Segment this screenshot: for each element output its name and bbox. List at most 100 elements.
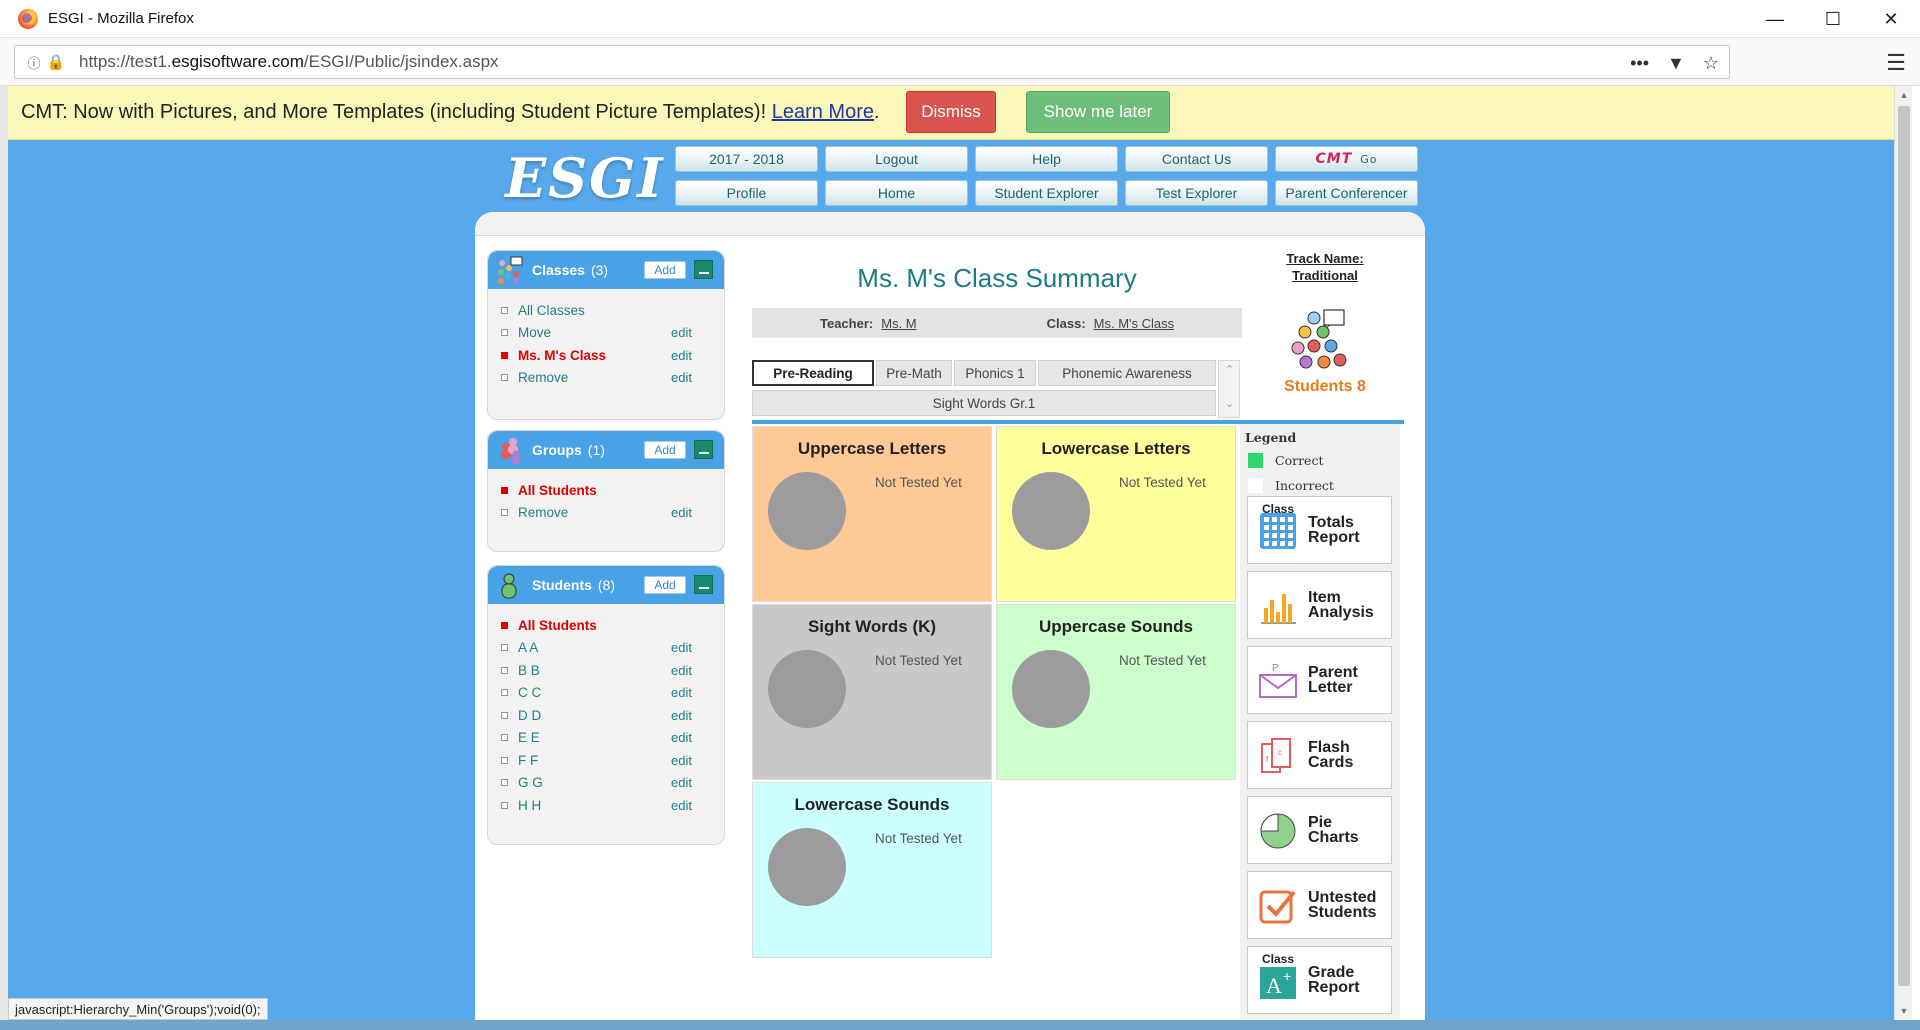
students-count-label[interactable]: Students 8 bbox=[1260, 378, 1390, 396]
student-item[interactable]: D D edit bbox=[488, 704, 724, 727]
student-item-label[interactable]: A A bbox=[518, 640, 538, 655]
report-button-totals[interactable]: Class Totals Report bbox=[1247, 496, 1392, 564]
student-item-label[interactable]: E E bbox=[518, 730, 540, 745]
maximize-button[interactable]: ☐ bbox=[1804, 0, 1862, 38]
class-item[interactable]: Remove edit bbox=[488, 367, 724, 390]
class-students-icon[interactable] bbox=[1288, 308, 1354, 374]
tab-pre-math[interactable]: Pre-Math bbox=[876, 360, 952, 386]
class-item-label[interactable]: Move bbox=[518, 325, 551, 340]
info-icon[interactable]: ⓘ bbox=[25, 53, 43, 71]
tab-scroller[interactable]: ⌃ ⌄ bbox=[1218, 360, 1240, 418]
student-item-label[interactable]: All Students bbox=[518, 618, 597, 633]
student-item-label[interactable]: B B bbox=[518, 663, 540, 678]
minimize-students-icon[interactable] bbox=[694, 575, 713, 594]
report-button-flash[interactable]: f c Flash Cards bbox=[1247, 721, 1392, 789]
student-explorer-button[interactable]: Student Explorer bbox=[975, 180, 1118, 206]
dismiss-button[interactable]: Dismiss bbox=[906, 91, 996, 133]
student-edit-link[interactable]: edit bbox=[671, 798, 692, 813]
teacher-link[interactable]: Ms. M bbox=[881, 316, 916, 331]
report-button-grade[interactable]: Class A + Grade Report bbox=[1247, 946, 1392, 1014]
minimize-groups-icon[interactable] bbox=[694, 440, 713, 459]
subject-pie-chart[interactable] bbox=[1012, 472, 1090, 550]
student-item[interactable]: B B edit bbox=[488, 659, 724, 682]
report-button-untested[interactable]: Untested Students bbox=[1247, 871, 1392, 939]
student-edit-link[interactable]: edit bbox=[671, 663, 692, 678]
report-button-parent[interactable]: P Parent Letter bbox=[1247, 646, 1392, 714]
class-edit-link[interactable]: edit bbox=[671, 370, 692, 385]
student-edit-link[interactable]: edit bbox=[671, 685, 692, 700]
tab-pre-reading[interactable]: Pre-Reading bbox=[752, 360, 874, 386]
group-item[interactable]: All Students bbox=[488, 479, 724, 502]
subject-tile[interactable]: Uppercase Sounds Not Tested Yet bbox=[996, 604, 1236, 780]
hamburger-menu-icon[interactable]: ☰ bbox=[1886, 50, 1906, 76]
logout-button[interactable]: Logout bbox=[825, 146, 968, 172]
cmt-go-button[interactable]: CMT Go bbox=[1275, 146, 1418, 172]
add-group-button[interactable]: Add bbox=[644, 441, 686, 459]
subject-pie-chart[interactable] bbox=[768, 650, 846, 728]
class-item[interactable]: All Classes bbox=[488, 299, 724, 322]
learn-more-link[interactable]: Learn More bbox=[772, 101, 874, 123]
tab-scroll-down-icon[interactable]: ⌄ bbox=[1225, 397, 1234, 410]
subject-tile[interactable]: Lowercase Letters Not Tested Yet bbox=[996, 426, 1236, 602]
lock-icon[interactable]: 🔒 bbox=[47, 53, 66, 71]
close-button[interactable]: ✕ bbox=[1862, 0, 1920, 38]
scroll-thumb[interactable] bbox=[1898, 106, 1910, 986]
scroll-down-arrow-icon[interactable]: ▼ bbox=[1895, 1002, 1913, 1020]
student-edit-link[interactable]: edit bbox=[671, 640, 692, 655]
profile-button[interactable]: Profile bbox=[675, 180, 818, 206]
student-item[interactable]: G G edit bbox=[488, 772, 724, 795]
group-item-label[interactable]: All Students bbox=[518, 483, 597, 498]
show-me-later-button[interactable]: Show me later bbox=[1026, 91, 1170, 133]
student-item-label[interactable]: F F bbox=[518, 753, 538, 768]
test-explorer-button[interactable]: Test Explorer bbox=[1125, 180, 1268, 206]
student-edit-link[interactable]: edit bbox=[671, 708, 692, 723]
class-item[interactable]: Ms. M's Class edit bbox=[488, 344, 724, 367]
group-item-label[interactable]: Remove bbox=[518, 505, 568, 520]
school-year-button[interactable]: 2017 - 2018 bbox=[675, 146, 818, 172]
subject-pie-chart[interactable] bbox=[1012, 650, 1090, 728]
student-item[interactable]: E E edit bbox=[488, 727, 724, 750]
student-item-label[interactable]: C C bbox=[518, 685, 541, 700]
minimize-button[interactable]: — bbox=[1746, 0, 1804, 38]
group-edit-link[interactable]: edit bbox=[671, 505, 692, 520]
subject-pie-chart[interactable] bbox=[768, 828, 846, 906]
add-student-button[interactable]: Add bbox=[644, 576, 686, 594]
subject-tile[interactable]: Uppercase Letters Not Tested Yet bbox=[752, 426, 992, 602]
student-edit-link[interactable]: edit bbox=[671, 753, 692, 768]
student-item[interactable]: All Students bbox=[488, 614, 724, 637]
class-link[interactable]: Ms. M's Class bbox=[1094, 316, 1174, 331]
student-item[interactable]: C C edit bbox=[488, 682, 724, 705]
page-scrollbar[interactable]: ▲ ▼ bbox=[1894, 86, 1912, 1020]
tab-scroll-up-icon[interactable]: ⌃ bbox=[1225, 363, 1234, 376]
home-button[interactable]: Home bbox=[825, 180, 968, 206]
student-item[interactable]: A A edit bbox=[488, 637, 724, 660]
tab-phonemic-awareness[interactable]: Phonemic Awareness bbox=[1038, 360, 1216, 386]
tab-phonics-1[interactable]: Phonics 1 bbox=[954, 360, 1036, 386]
minimize-classes-icon[interactable] bbox=[694, 260, 713, 279]
student-item[interactable]: H H edit bbox=[488, 794, 724, 817]
class-item[interactable]: Move edit bbox=[488, 322, 724, 345]
tab-sight-words-gr1[interactable]: Sight Words Gr.1 bbox=[752, 390, 1216, 416]
contact-us-button[interactable]: Contact Us bbox=[1125, 146, 1268, 172]
subject-tile[interactable]: Sight Words (K) Not Tested Yet bbox=[752, 604, 992, 780]
pocket-icon[interactable]: ▼ bbox=[1667, 53, 1685, 74]
subject-tile[interactable]: Lowercase Sounds Not Tested Yet bbox=[752, 782, 992, 958]
class-edit-link[interactable]: edit bbox=[671, 325, 692, 340]
track-name[interactable]: Track Name: Traditional bbox=[1265, 250, 1385, 284]
parent-conferencer-button[interactable]: Parent Conferencer bbox=[1275, 180, 1418, 206]
group-item[interactable]: Remove edit bbox=[488, 502, 724, 525]
help-button[interactable]: Help bbox=[975, 146, 1118, 172]
add-class-button[interactable]: Add bbox=[644, 261, 686, 279]
student-item[interactable]: F F edit bbox=[488, 749, 724, 772]
class-edit-link[interactable]: edit bbox=[671, 348, 692, 363]
page-actions-icon[interactable]: ••• bbox=[1630, 53, 1649, 74]
subject-pie-chart[interactable] bbox=[768, 472, 846, 550]
student-edit-link[interactable]: edit bbox=[671, 775, 692, 790]
student-item-label[interactable]: G G bbox=[518, 775, 543, 790]
student-item-label[interactable]: H H bbox=[518, 798, 541, 813]
class-item-label[interactable]: Remove bbox=[518, 370, 568, 385]
report-button-pie[interactable]: Pie Charts bbox=[1247, 796, 1392, 864]
scroll-up-arrow-icon[interactable]: ▲ bbox=[1895, 86, 1913, 104]
report-button-item[interactable]: Item Analysis bbox=[1247, 571, 1392, 639]
url-bar[interactable]: ⓘ 🔒 https://test1.esgisoftware.com/ESGI/… bbox=[14, 45, 1730, 79]
